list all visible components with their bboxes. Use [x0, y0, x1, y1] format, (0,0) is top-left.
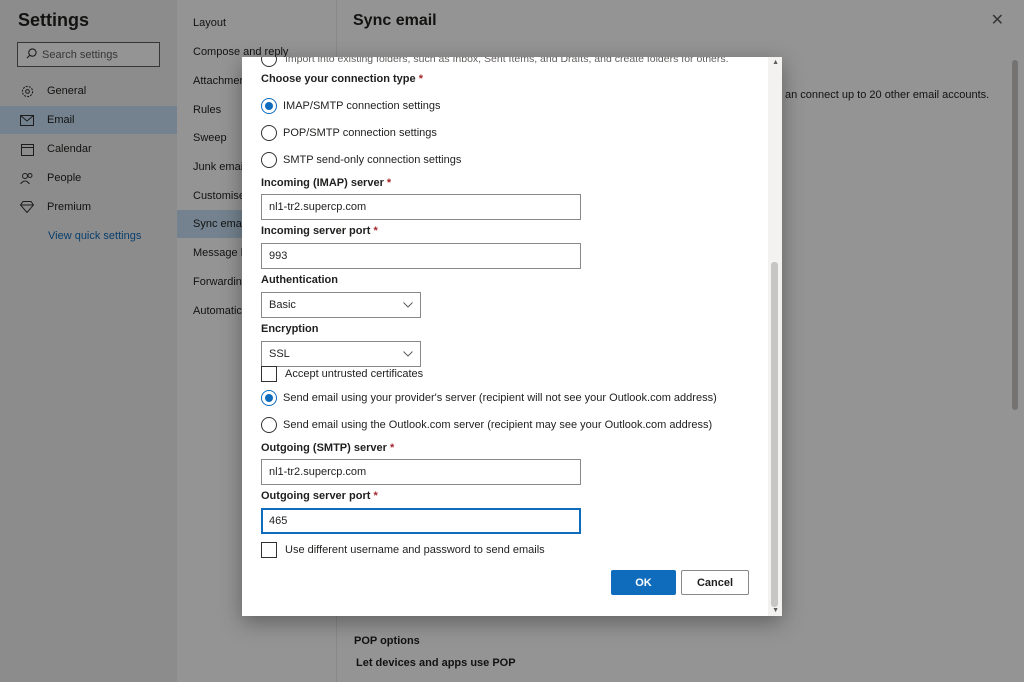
accept-untrusted-row[interactable]: Accept untrusted certificates [261, 366, 423, 382]
encryption-dropdown[interactable]: SSL [261, 341, 421, 367]
required-mark: * [386, 177, 392, 189]
chevron-down-icon [403, 302, 413, 308]
radio-label: Send email using the Outlook.com server … [283, 419, 713, 431]
radio-button[interactable] [261, 152, 277, 168]
encryption-label: Encryption [261, 323, 319, 335]
radio-button-checked[interactable] [261, 98, 277, 114]
accept-untrusted-label: Accept untrusted certificates [285, 368, 424, 380]
encryption-value: SSL [269, 348, 290, 360]
required-mark: * [373, 490, 378, 502]
required-mark: * [373, 225, 378, 237]
radio-send-provider-server[interactable]: Send email using your provider's server … [261, 390, 717, 406]
scroll-down-arrow-icon[interactable]: ▼ [772, 607, 779, 614]
radio-imap-smtp[interactable]: IMAP/SMTP connection settings [261, 98, 441, 114]
connection-type-label: Choose your connection type * [261, 73, 423, 85]
connection-settings-dialog: Import into existing folders, such as In… [242, 57, 782, 616]
clipped-import-option[interactable]: Import into existing folders, such as In… [261, 57, 729, 67]
radio-label: IMAP/SMTP connection settings [283, 100, 441, 112]
radio-import-existing[interactable] [261, 57, 277, 67]
radio-button[interactable] [261, 417, 277, 433]
required-mark: * [389, 442, 395, 454]
outgoing-port-label: Outgoing server port * [261, 490, 378, 502]
accept-untrusted-checkbox[interactable] [261, 366, 277, 382]
incoming-server-label: Incoming (IMAP) server * [261, 177, 391, 189]
incoming-port-input[interactable] [261, 243, 581, 269]
dialog-scrollbar-thumb[interactable] [771, 262, 778, 607]
outgoing-server-text: Outgoing (SMTP) server [261, 442, 387, 454]
clipped-import-label: Import into existing folders, such as In… [285, 57, 729, 65]
required-mark: * [418, 73, 423, 85]
incoming-port-label: Incoming server port * [261, 225, 378, 237]
radio-label: POP/SMTP connection settings [283, 127, 437, 139]
outgoing-server-label: Outgoing (SMTP) server * [261, 442, 394, 454]
radio-label: Send email using your provider's server … [283, 392, 717, 404]
authentication-dropdown[interactable]: Basic [261, 292, 421, 318]
cancel-button[interactable]: Cancel [681, 570, 749, 595]
dialog-scrollbar[interactable]: ▲ ▼ [768, 57, 782, 616]
incoming-server-input[interactable] [261, 194, 581, 220]
different-credentials-row[interactable]: Use different username and password to s… [261, 542, 545, 558]
radio-button-checked[interactable] [261, 390, 277, 406]
authentication-label: Authentication [261, 274, 338, 286]
chevron-down-icon [403, 351, 413, 357]
radio-button[interactable] [261, 125, 277, 141]
incoming-port-text: Incoming server port [261, 225, 371, 237]
outgoing-port-input[interactable] [261, 508, 581, 534]
outgoing-server-input[interactable] [261, 459, 581, 485]
radio-send-outlook-server[interactable]: Send email using the Outlook.com server … [261, 417, 712, 433]
scroll-up-arrow-icon[interactable]: ▲ [772, 59, 779, 66]
different-credentials-checkbox[interactable] [261, 542, 277, 558]
ok-button[interactable]: OK [611, 570, 676, 595]
radio-label: SMTP send-only connection settings [283, 154, 462, 166]
radio-pop-smtp[interactable]: POP/SMTP connection settings [261, 125, 437, 141]
different-credentials-label: Use different username and password to s… [285, 544, 545, 556]
radio-smtp-send-only[interactable]: SMTP send-only connection settings [261, 152, 461, 168]
outgoing-port-text: Outgoing server port [261, 490, 371, 502]
incoming-server-text: Incoming (IMAP) server [261, 177, 384, 189]
authentication-value: Basic [269, 299, 296, 311]
connection-type-text: Choose your connection type [261, 73, 416, 85]
